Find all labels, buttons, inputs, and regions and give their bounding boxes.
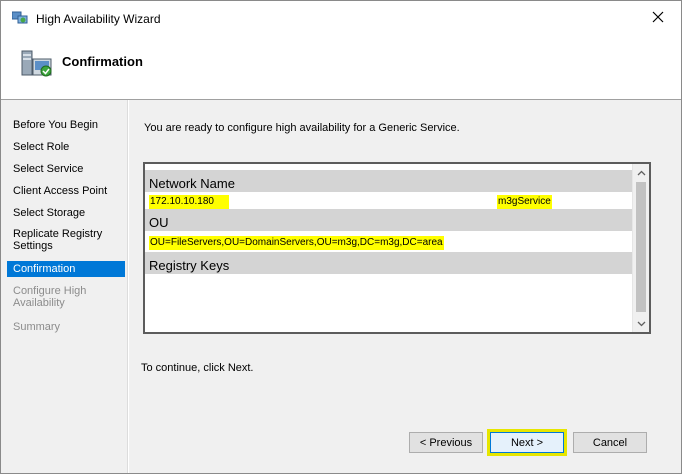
- sidebar-item-summary: Summary: [13, 321, 61, 333]
- page-title: Confirmation: [62, 54, 143, 69]
- wizard-icon: [11, 11, 28, 25]
- continue-text: To continue, click Next.: [141, 362, 254, 374]
- network-name-address: 172.10.10.180: [149, 195, 229, 209]
- close-button[interactable]: [643, 5, 673, 29]
- cluster-icon: [20, 47, 54, 81]
- sidebar-item-select-service[interactable]: Select Service: [7, 161, 125, 177]
- title-bar: High Availability Wizard: [1, 1, 681, 33]
- sidebar-item-configure-high-availability: Configure High Availability: [13, 285, 87, 309]
- sidebar-item-confirmation[interactable]: Confirmation: [7, 261, 125, 277]
- network-name-service: m3gService: [497, 195, 552, 209]
- sidebar-item-client-access-point[interactable]: Client Access Point: [7, 183, 125, 199]
- section-registry-keys: Registry Keys: [145, 252, 633, 274]
- sidebar-item-replicate-registry-settings[interactable]: Replicate Registry Settings: [7, 226, 119, 254]
- wizard-window: High Availability Wizard Confirmation Be…: [0, 0, 682, 474]
- listbox-scrollbar[interactable]: [632, 164, 649, 332]
- listbox-content: Network Name 172.10.10.180 m3gService OU…: [145, 164, 633, 332]
- section-network-name: Network Name: [145, 170, 633, 192]
- scroll-thumb[interactable]: [636, 182, 646, 312]
- confirmation-listbox[interactable]: Network Name 172.10.10.180 m3gService OU…: [143, 162, 651, 334]
- sidebar-item-select-role[interactable]: Select Role: [7, 139, 125, 155]
- ou-value: OU=FileServers,OU=DomainServers,OU=m3g,D…: [149, 236, 444, 250]
- chevron-up-icon: [637, 170, 645, 175]
- next-button[interactable]: Next >: [490, 432, 564, 453]
- wizard-header: Confirmation: [1, 33, 681, 99]
- wizard-steps-sidebar: Before You Begin Select Role Select Serv…: [1, 100, 128, 473]
- chevron-down-icon: [637, 321, 645, 326]
- scroll-down-button[interactable]: [633, 315, 649, 332]
- cancel-button[interactable]: Cancel: [573, 432, 647, 453]
- intro-text: You are ready to configure high availabi…: [144, 122, 460, 134]
- previous-button[interactable]: < Previous: [409, 432, 483, 453]
- window-title: High Availability Wizard: [36, 12, 161, 26]
- sidebar-item-select-storage[interactable]: Select Storage: [7, 205, 125, 221]
- wizard-content: You are ready to configure high availabi…: [129, 100, 681, 473]
- sidebar-item-before-you-begin[interactable]: Before You Begin: [7, 117, 125, 133]
- close-icon: [652, 11, 664, 23]
- scroll-up-button[interactable]: [633, 164, 649, 181]
- section-ou: OU: [145, 209, 633, 231]
